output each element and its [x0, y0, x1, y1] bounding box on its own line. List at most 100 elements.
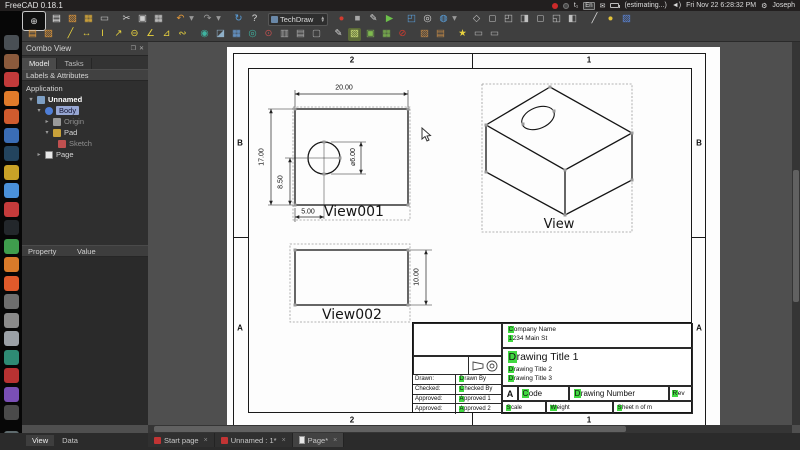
clip-remove-icon[interactable]: ▢: [310, 28, 323, 41]
dimension-hole-x[interactable]: 5.00: [300, 209, 316, 216]
projection-group-icon[interactable]: ▦: [230, 28, 243, 41]
tree-item-page[interactable]: ▸ Page: [22, 149, 148, 160]
save-icon[interactable]: ▦: [82, 13, 95, 26]
dock-settings-icon[interactable]: [4, 109, 19, 124]
macro-play-icon[interactable]: ▶: [383, 13, 396, 26]
toggle-frames-icon[interactable]: ▦: [380, 28, 393, 41]
angle-3pt-dimension-icon[interactable]: ⊿: [160, 28, 173, 41]
property-table[interactable]: [22, 257, 148, 425]
drawing-canvas[interactable]: 2 1 2 1 B A B A: [148, 42, 800, 425]
combo-view-titlebar[interactable]: Combo View ❐ ✕: [22, 42, 148, 56]
view002-label[interactable]: View002: [322, 307, 382, 323]
view001-label[interactable]: View001: [324, 204, 384, 220]
rich-annotation-icon[interactable]: ▧: [348, 28, 361, 41]
balloon-icon[interactable]: ⊙: [262, 28, 275, 41]
drawing-title2-field[interactable]: Drawing Title 2: [508, 366, 692, 373]
radius-dimension-icon[interactable]: ↗: [112, 28, 125, 41]
dock-web-icon[interactable]: [4, 146, 19, 161]
tree-item-pad[interactable]: ▾ Pad: [22, 127, 148, 138]
vertical-scrollbar-thumb[interactable]: [793, 170, 799, 302]
dock-calculator-icon[interactable]: [4, 294, 19, 309]
vertical-scrollbar[interactable]: [792, 42, 800, 425]
insert-view-icon[interactable]: ◉: [198, 28, 211, 41]
measure-icon[interactable]: ╱: [588, 13, 601, 26]
dimension-width[interactable]: 20.00: [334, 85, 354, 92]
collapse-icon[interactable]: ▾: [44, 129, 50, 136]
approved1-field[interactable]: Approved 1: [456, 396, 491, 402]
expand-icon[interactable]: ▸: [44, 118, 50, 125]
refresh-icon[interactable]: ↻: [232, 13, 245, 26]
new-document-icon[interactable]: ▤: [50, 13, 63, 26]
drawing-title3-field[interactable]: Drawing Title 3: [508, 375, 692, 382]
new-page-template-icon[interactable]: ▨: [42, 28, 55, 41]
clip-add-icon[interactable]: ▤: [294, 28, 307, 41]
expand-icon[interactable]: ▸: [36, 151, 42, 158]
code-cell[interactable]: Code: [518, 386, 569, 401]
dock-browser-icon[interactable]: [4, 128, 19, 143]
chat-tray-icon[interactable]: t₁: [574, 2, 578, 9]
tab-tasks[interactable]: Tasks: [57, 58, 91, 69]
leader-dimension-icon[interactable]: ∾: [176, 28, 189, 41]
length-dimension-icon[interactable]: ╱: [64, 28, 77, 41]
drawing-page[interactable]: 2 1 2 1 B A B A: [227, 47, 720, 428]
macro-record-icon[interactable]: ●: [335, 13, 348, 26]
doc-tab-start-page[interactable]: Start page ×: [148, 433, 215, 447]
collapse-icon[interactable]: ▾: [28, 96, 34, 103]
close-panel-icon[interactable]: ✕: [139, 45, 144, 52]
export-dxf-icon[interactable]: ▭: [488, 28, 501, 41]
scale-cell[interactable]: Scale: [502, 401, 546, 414]
dock-media-icon[interactable]: [4, 72, 19, 87]
dock-extra-icon[interactable]: [4, 405, 19, 420]
tab-data[interactable]: Data: [56, 435, 84, 446]
close-tab-icon[interactable]: ×: [282, 437, 286, 444]
dock-writer-icon[interactable]: [4, 276, 19, 291]
dock-mail-icon[interactable]: [4, 350, 19, 365]
tab-model[interactable]: Model: [22, 58, 57, 69]
angle-dimension-icon[interactable]: ∠: [144, 28, 157, 41]
dock-firefox-icon[interactable]: [4, 91, 19, 106]
symbol-icon[interactable]: ★: [456, 28, 469, 41]
paste-icon[interactable]: ▦: [152, 13, 165, 26]
dropdown-caret-icon[interactable]: ▾: [448, 13, 461, 26]
dimension-hole-offset[interactable]: 8.50: [278, 174, 285, 190]
mail-tray-icon[interactable]: ✉: [600, 2, 606, 10]
dock-screenshot-icon[interactable]: [4, 313, 19, 328]
drawn-by-field[interactable]: Drawn By: [456, 376, 486, 382]
dimension-hole-diameter[interactable]: ⌀6.00: [349, 147, 357, 167]
dock-software-icon[interactable]: [4, 54, 19, 69]
checked-by-field[interactable]: Checked By: [456, 386, 492, 392]
dock-archive-icon[interactable]: [4, 331, 19, 346]
float-panel-icon[interactable]: ❐: [131, 45, 136, 52]
weight-cell[interactable]: Weight: [546, 401, 613, 414]
export-svg-icon[interactable]: ▭: [472, 28, 485, 41]
drawing-number-cell[interactable]: Drawing Number: [569, 386, 669, 401]
horizontal-scrollbar-thumb[interactable]: [154, 426, 626, 432]
bottom-view-icon[interactable]: ◱: [550, 13, 563, 26]
gear-icon[interactable]: ⚙: [761, 2, 767, 10]
close-tab-icon[interactable]: ×: [333, 437, 337, 444]
doc-tab-unnamed[interactable]: Unnamed : 1* ×: [215, 433, 293, 447]
hatch-icon[interactable]: ▨: [418, 28, 431, 41]
dock-obs-icon[interactable]: [4, 220, 19, 235]
tree-item-origin[interactable]: ▸ Origin: [22, 116, 148, 127]
dock-terminal-icon[interactable]: [4, 35, 19, 50]
view-label[interactable]: View: [544, 217, 575, 232]
dock-slides-icon[interactable]: [4, 257, 19, 272]
whats-this-icon[interactable]: ?: [248, 13, 261, 26]
vertical-dimension-icon[interactable]: I: [96, 28, 109, 41]
left-view-icon[interactable]: ◧: [566, 13, 579, 26]
sheet-cell[interactable]: Sheet n of m: [613, 401, 693, 414]
diameter-dimension-icon[interactable]: ⊖: [128, 28, 141, 41]
fit-all-icon[interactable]: ◰: [405, 13, 418, 26]
dropdown-caret-icon[interactable]: ▾: [185, 13, 198, 26]
collapse-icon[interactable]: ▾: [36, 107, 42, 114]
geometric-hatch-icon[interactable]: ▤: [434, 28, 447, 41]
horizontal-dimension-icon[interactable]: ↔: [80, 28, 93, 41]
copy-icon[interactable]: ▣: [136, 13, 149, 26]
clip-group-icon[interactable]: ▥: [278, 28, 291, 41]
zoom-icon[interactable]: ◎: [421, 13, 434, 26]
rear-view-icon[interactable]: ◻: [534, 13, 547, 26]
dock-gmail-icon[interactable]: [4, 202, 19, 217]
turntable-icon[interactable]: ●: [604, 13, 617, 26]
open-document-icon[interactable]: ▨: [66, 13, 79, 26]
